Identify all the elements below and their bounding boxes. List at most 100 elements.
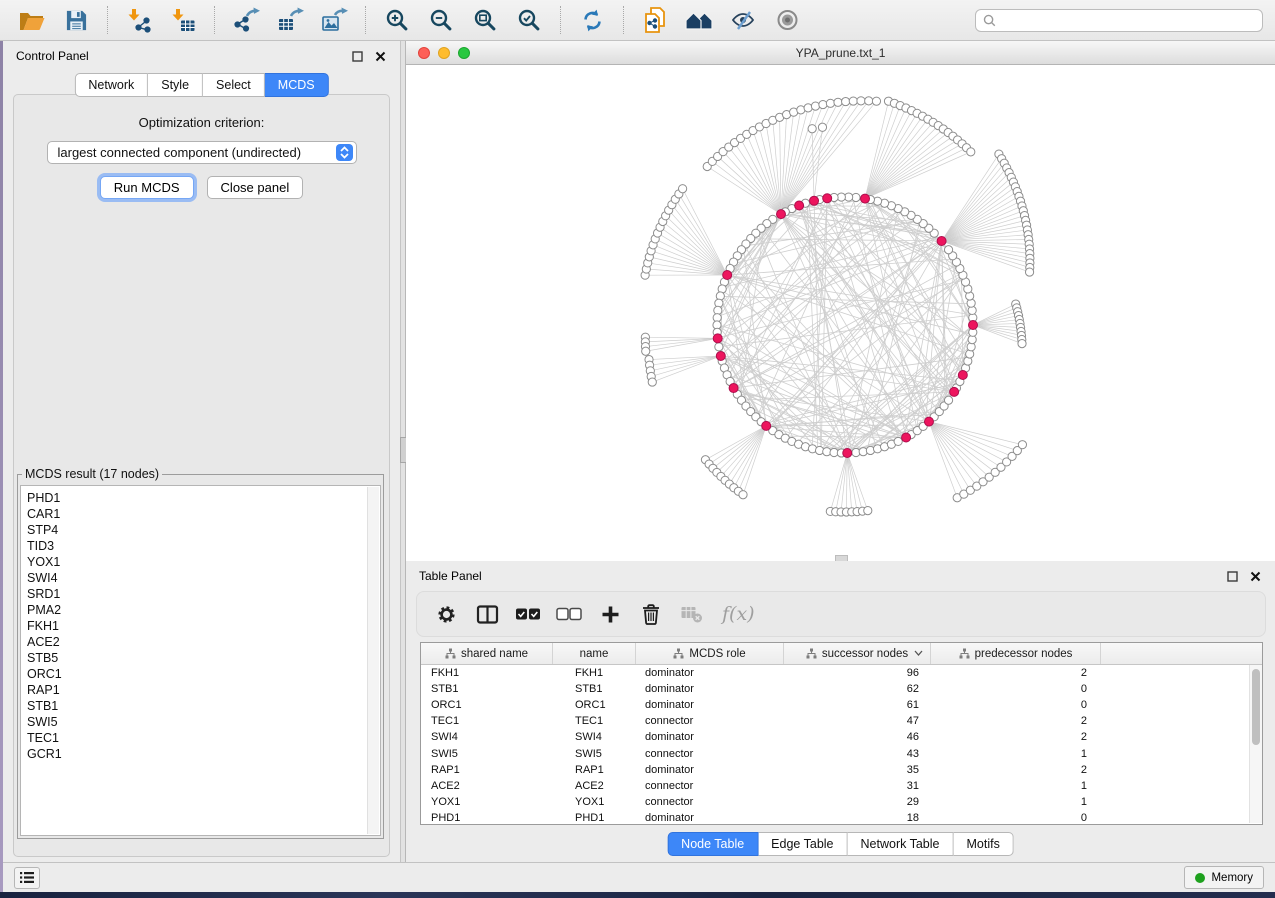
table-row[interactable]: SWI5SWI5connector431 bbox=[421, 745, 1262, 761]
mcds-node[interactable] bbox=[810, 196, 819, 205]
mcds-node[interactable] bbox=[713, 334, 722, 343]
mcds-result-item[interactable]: PMA2 bbox=[27, 602, 366, 618]
mcds-node[interactable] bbox=[958, 371, 967, 380]
mcds-result-item[interactable]: ACE2 bbox=[27, 634, 366, 650]
graph-node[interactable] bbox=[819, 100, 827, 108]
mcds-node[interactable] bbox=[950, 387, 959, 396]
export-network-button[interactable] bbox=[226, 3, 266, 37]
graph-node[interactable] bbox=[944, 246, 952, 254]
graph-node[interactable] bbox=[1018, 340, 1026, 348]
tab-mcds[interactable]: MCDS bbox=[265, 73, 329, 97]
refresh-view-button[interactable] bbox=[572, 3, 612, 37]
mcds-node[interactable] bbox=[843, 448, 852, 457]
graph-node[interactable] bbox=[1025, 268, 1033, 276]
graph-node[interactable] bbox=[865, 97, 873, 105]
create-column-button[interactable] bbox=[597, 601, 623, 627]
mcds-node[interactable] bbox=[902, 433, 911, 442]
mcds-node[interactable] bbox=[924, 417, 933, 426]
show-column-panel-button[interactable] bbox=[474, 601, 500, 627]
mcds-result-item[interactable]: CAR1 bbox=[27, 506, 366, 522]
mcds-result-item[interactable]: STB1 bbox=[27, 698, 366, 714]
network-graph[interactable] bbox=[406, 65, 1275, 561]
delete-table-button[interactable] bbox=[679, 601, 705, 627]
mcds-result-item[interactable]: YOX1 bbox=[27, 554, 366, 570]
graph-node[interactable] bbox=[872, 97, 880, 105]
graph-node[interactable] bbox=[944, 396, 952, 404]
mcds-node[interactable] bbox=[861, 194, 870, 203]
zoom-in-button[interactable] bbox=[377, 3, 417, 37]
delete-column-button[interactable] bbox=[638, 601, 664, 627]
mcds-result-item[interactable]: GCR1 bbox=[27, 746, 366, 762]
table-row[interactable]: ORC1ORC1dominator610 bbox=[421, 697, 1262, 713]
mcds-result-item[interactable]: STP4 bbox=[27, 522, 366, 538]
table-row[interactable]: TEC1TEC1connector472 bbox=[421, 713, 1262, 729]
float-panel-icon[interactable] bbox=[350, 49, 364, 63]
task-history-button[interactable] bbox=[14, 867, 40, 889]
float-table-panel-icon[interactable] bbox=[1225, 569, 1239, 583]
mcds-result-item[interactable]: SWI5 bbox=[27, 714, 366, 730]
column-header-name[interactable]: name bbox=[553, 643, 636, 664]
mcds-node[interactable] bbox=[937, 237, 946, 246]
zoom-fit-button[interactable] bbox=[465, 3, 505, 37]
table-scrollbar[interactable] bbox=[1249, 665, 1262, 823]
mcds-result-item[interactable]: SRD1 bbox=[27, 586, 366, 602]
mcds-node[interactable] bbox=[762, 421, 771, 430]
table-row[interactable]: FKH1FKH1dominator962 bbox=[421, 665, 1262, 681]
table-settings-button[interactable] bbox=[433, 601, 459, 627]
search-input[interactable] bbox=[1001, 12, 1255, 28]
result-list-scrollbar[interactable] bbox=[367, 487, 379, 834]
column-header-MCDS-role[interactable]: MCDS role bbox=[636, 643, 784, 664]
mcds-result-item[interactable]: FKH1 bbox=[27, 618, 366, 634]
graph-node[interactable] bbox=[678, 185, 686, 193]
graph-node[interactable] bbox=[857, 97, 865, 105]
table-row[interactable]: SWI4SWI4dominator462 bbox=[421, 729, 1262, 745]
show-selected-button[interactable] bbox=[767, 3, 807, 37]
column-header-successor-nodes[interactable]: successor nodes bbox=[784, 643, 931, 664]
graph-node[interactable] bbox=[808, 125, 816, 133]
zoom-out-button[interactable] bbox=[421, 3, 461, 37]
select-all-rows-button[interactable] bbox=[515, 601, 541, 627]
network-canvas[interactable] bbox=[406, 65, 1275, 561]
tab-style[interactable]: Style bbox=[148, 73, 203, 97]
graph-node[interactable] bbox=[1018, 441, 1026, 449]
graph-node[interactable] bbox=[648, 378, 656, 386]
mcds-node[interactable] bbox=[969, 321, 978, 330]
table-tab-motifs[interactable]: Motifs bbox=[953, 832, 1013, 856]
zoom-selected-button[interactable] bbox=[509, 3, 549, 37]
table-row[interactable]: YOX1YOX1connector291 bbox=[421, 794, 1262, 810]
import-network-button[interactable] bbox=[119, 3, 159, 37]
copy-network-button[interactable] bbox=[635, 3, 675, 37]
optimization-criterion-select[interactable]: largest connected component (undirected) bbox=[47, 141, 357, 164]
table-tab-node-table[interactable]: Node Table bbox=[667, 832, 758, 856]
table-row[interactable]: RAP1RAP1dominator352 bbox=[421, 762, 1262, 778]
network-titlebar[interactable]: YPA_prune.txt_1 bbox=[406, 41, 1275, 65]
open-file-button[interactable] bbox=[12, 3, 52, 37]
graph-node[interactable] bbox=[642, 347, 650, 355]
graph-node[interactable] bbox=[864, 507, 872, 515]
graph-node[interactable] bbox=[818, 123, 826, 131]
maximize-window-icon[interactable] bbox=[458, 47, 470, 59]
mcds-result-item[interactable]: RAP1 bbox=[27, 682, 366, 698]
graph-node[interactable] bbox=[834, 98, 842, 106]
graph-node[interactable] bbox=[842, 97, 850, 105]
show-all-networks-button[interactable] bbox=[679, 3, 719, 37]
mcds-result-item[interactable]: PHD1 bbox=[27, 490, 366, 506]
graph-node[interactable] bbox=[811, 102, 819, 110]
export-image-button[interactable] bbox=[314, 3, 354, 37]
run-mcds-button[interactable]: Run MCDS bbox=[100, 176, 194, 199]
graph-node[interactable] bbox=[739, 491, 747, 499]
table-row[interactable]: STB1STB1dominator620 bbox=[421, 681, 1262, 697]
save-session-button[interactable] bbox=[56, 3, 96, 37]
mcds-node[interactable] bbox=[777, 210, 786, 219]
mcds-node[interactable] bbox=[795, 201, 804, 210]
mcds-node[interactable] bbox=[823, 194, 832, 203]
mcds-node[interactable] bbox=[716, 351, 725, 360]
tab-network[interactable]: Network bbox=[74, 73, 148, 97]
graph-node[interactable] bbox=[715, 343, 723, 351]
mcds-result-item[interactable]: TEC1 bbox=[27, 730, 366, 746]
table-row[interactable]: PHD1PHD1dominator180 bbox=[421, 810, 1262, 825]
close-panel-button[interactable]: Close panel bbox=[207, 176, 304, 199]
column-header-shared-name[interactable]: shared name bbox=[421, 643, 553, 664]
minimize-window-icon[interactable] bbox=[438, 47, 450, 59]
hide-selected-button[interactable] bbox=[723, 3, 763, 37]
